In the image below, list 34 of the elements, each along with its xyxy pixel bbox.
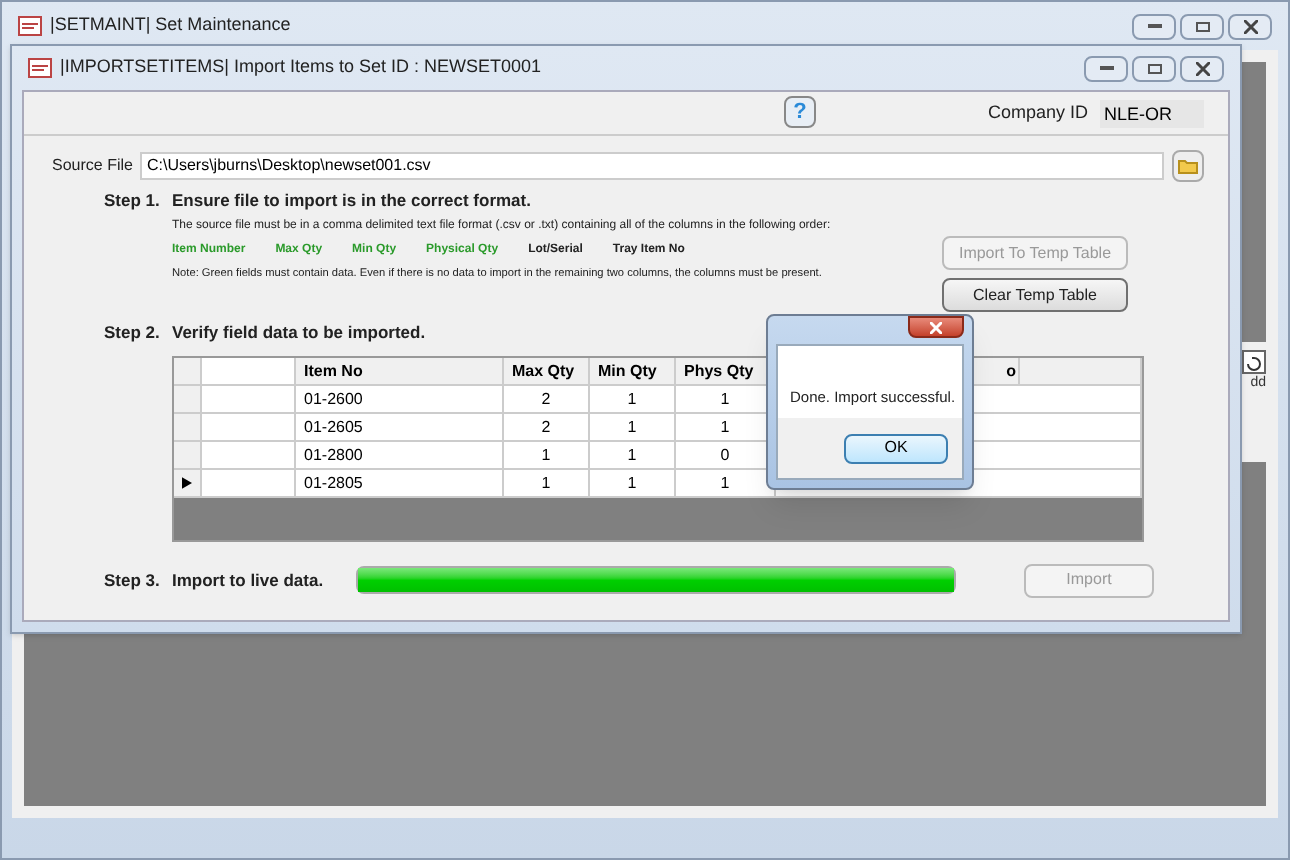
- table-cell: 1: [590, 469, 676, 498]
- source-file-label: Source File: [52, 154, 133, 178]
- minimize-button[interactable]: [1084, 55, 1128, 81]
- close-button[interactable]: [1180, 55, 1224, 81]
- company-field: NLE-OR: [1100, 99, 1204, 127]
- window-title: |SETMAINT| Set Maintenance: [50, 12, 291, 39]
- step-number: Step 1.: [104, 188, 156, 214]
- ok-button[interactable]: OK: [844, 433, 948, 463]
- current-row-icon: [182, 475, 192, 490]
- refresh-icon: [1242, 350, 1266, 374]
- source-file-field[interactable]: C:\Users\jburns\Desktop\newset001.csv: [140, 152, 1164, 180]
- step-number: Step 2.: [104, 320, 156, 346]
- folder-icon: [1178, 158, 1198, 174]
- minimize-button[interactable]: [1132, 13, 1176, 39]
- browse-button[interactable]: [1172, 150, 1204, 182]
- step-title: Verify field data to be imported.: [172, 320, 426, 346]
- window-title: |IMPORTSETITEMS| Import Items to Set ID : NEWSET0001: [60, 54, 542, 81]
- window-icon: [18, 16, 42, 36]
- table-cell: 1: [504, 469, 590, 498]
- maximize-button[interactable]: [1180, 13, 1224, 39]
- step-number: Step 3.: [104, 567, 156, 594]
- step-title: Import to live data.: [172, 567, 326, 594]
- action-button[interactable]: Clear Temp Table: [942, 278, 1128, 312]
- close-button[interactable]: [908, 316, 964, 338]
- row-header[interactable]: [174, 469, 202, 498]
- close-icon: [1243, 19, 1257, 33]
- step-title: Ensure file to import is in the correct format.: [172, 188, 531, 214]
- maximize-button[interactable]: [1132, 55, 1176, 81]
- table-cell: 01-2805: [296, 469, 504, 498]
- window-icon: [28, 58, 52, 78]
- close-button[interactable]: [1228, 13, 1272, 39]
- close-icon: [930, 321, 942, 333]
- close-icon: [1195, 61, 1209, 75]
- company-label: Company ID: [987, 99, 1088, 126]
